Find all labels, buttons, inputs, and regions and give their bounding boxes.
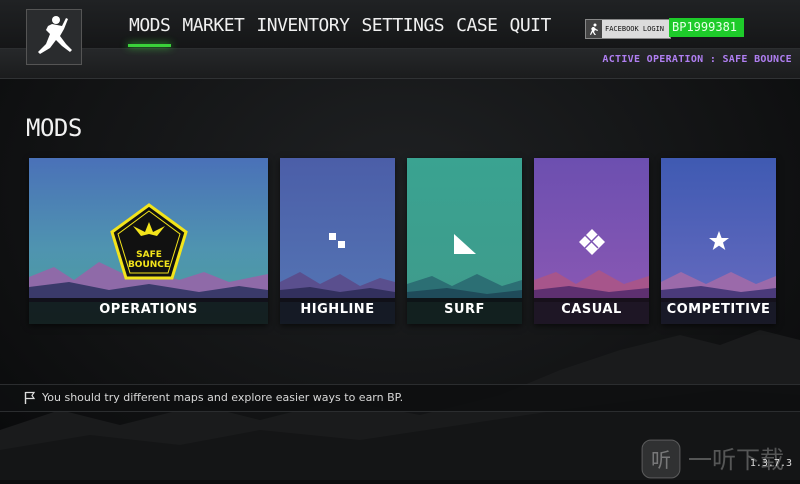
badge-text-bounce: BOUNCE — [127, 260, 169, 270]
nav-item-quit[interactable]: QUIT — [509, 15, 552, 36]
nav-item-mods[interactable]: MODS — [128, 15, 172, 47]
version-label: 1.3.7.3 — [749, 458, 792, 469]
runner-icon — [586, 20, 602, 38]
tip-text: You should try different maps and explor… — [42, 391, 404, 404]
nav-item-settings[interactable]: SETTINGS — [360, 15, 445, 36]
safe-bounce-badge-icon: SAFE BOUNCE — [109, 203, 188, 280]
card-label: HIGHLINE — [280, 298, 395, 324]
flag-icon — [24, 391, 36, 404]
mod-card-competitive[interactable]: COMPETITIVE — [661, 158, 776, 324]
mod-card-surf[interactable]: SURF — [407, 158, 522, 324]
player-avatar[interactable] — [26, 9, 82, 65]
nav-item-inventory[interactable]: INVENTORY — [255, 15, 350, 36]
mountains — [280, 272, 395, 302]
page-title: MODS — [26, 114, 82, 142]
card-label: OPERATIONS — [29, 298, 268, 324]
main-nav: MODS MARKET INVENTORY SETTINGS CASE QUIT — [128, 15, 552, 47]
mod-card-casual[interactable]: CASUAL — [534, 158, 649, 324]
active-operation-label: ACTIVE OPERATION : SAFE BOUNCE — [602, 54, 792, 65]
facebook-login-button[interactable]: FACEBOOK LOGIN — [585, 19, 672, 39]
casual-icon — [578, 229, 605, 255]
card-label: COMPETITIVE — [661, 298, 776, 324]
mod-card-highline[interactable]: HIGHLINE — [280, 158, 395, 324]
parkour-player-icon — [38, 16, 72, 54]
highline-icon — [328, 233, 345, 248]
bp-balance: BP1999381 — [669, 18, 744, 37]
card-label: CASUAL — [534, 298, 649, 324]
card-label: SURF — [407, 298, 522, 324]
mod-card-operations[interactable]: SAFE BOUNCE OPERATIONS — [29, 158, 268, 324]
nav-item-case[interactable]: CASE — [455, 15, 498, 36]
nav-item-market[interactable]: MARKET — [181, 15, 245, 36]
facebook-login-label: FACEBOOK LOGIN — [605, 25, 665, 33]
badge-text-safe: SAFE — [136, 250, 162, 260]
star-icon — [708, 231, 729, 250]
surf-icon — [453, 234, 476, 254]
watermark-glyph: 听 — [651, 448, 671, 472]
